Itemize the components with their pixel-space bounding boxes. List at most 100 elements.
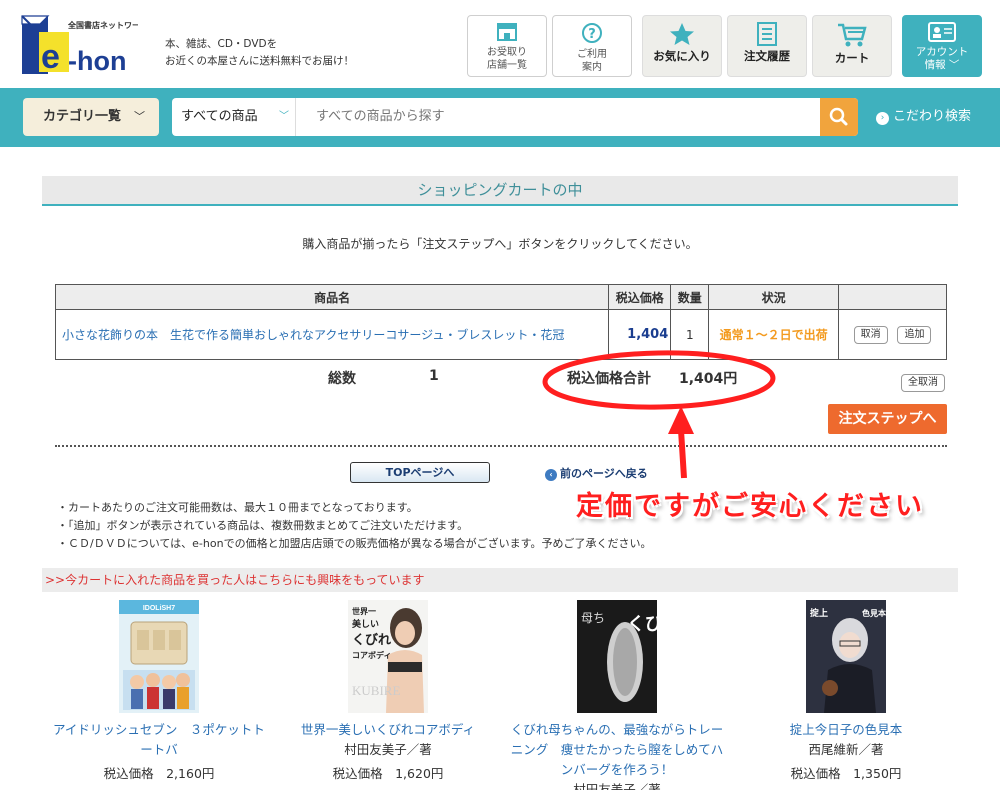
- recommended-product[interactable]: 掟上 色見本 掟上今日子の色見本 西尾維新／著 税込価格 1,350円: [736, 600, 956, 784]
- chevron-down-icon: ﹀: [134, 110, 145, 123]
- chevron-left-icon: ‹: [545, 469, 557, 481]
- e-hon-logo[interactable]: e -hon 全国書店ネットワーク: [18, 12, 138, 78]
- product-cover-image[interactable]: IDOLiSH7: [119, 600, 199, 713]
- guide-label-1: ご利用: [577, 49, 607, 60]
- tagline-line-1: 本、雑誌、CD・DVDを: [165, 38, 278, 50]
- product-title-link[interactable]: 世界一美しいくびれコアボディ: [278, 720, 498, 740]
- help-icon: ?: [582, 23, 602, 43]
- account-label-1: アカウント: [915, 46, 969, 58]
- product-title-link[interactable]: 掟上今日子の色見本: [736, 720, 956, 740]
- divider: [55, 445, 947, 447]
- favorites-label: お気に入り: [653, 49, 711, 63]
- recommendation-heading: >>今カートに入れた商品を買った人はこちらにも興味をもっています: [42, 568, 958, 592]
- annotation-text: 定価ですがご安心ください: [576, 491, 924, 522]
- svg-text:e: e: [41, 38, 60, 76]
- chevron-down-icon: ﹀: [948, 59, 960, 71]
- cancel-all-button[interactable]: 全取消: [901, 374, 945, 392]
- guide-label-2: 案内: [582, 62, 602, 73]
- table-row: 小さな花飾りの本 生花で作る簡単おしゃれなアクセサリーコサージュ・ブレスレット・…: [54, 309, 947, 360]
- cart-table: 商品名 税込価格 数量 状況 小さな花飾りの本 生花で作る簡単おしゃれなアクセサ…: [54, 284, 947, 360]
- search-button[interactable]: [820, 98, 858, 136]
- order-history-label: 注文履歴: [744, 49, 790, 63]
- svg-text:コアボディ: コアボディ: [352, 650, 391, 660]
- product-price-line: 税込価格 1,350円: [790, 766, 902, 781]
- cart-table-header: 商品名 税込価格 数量 状況: [54, 284, 947, 310]
- svg-text:くびれ: くびれ: [352, 633, 391, 648]
- store-list-label-1: お受取り: [487, 47, 527, 58]
- svg-text:KUBIRE: KUBIRE: [352, 683, 400, 698]
- annotation-arrow-shaft: [678, 429, 687, 479]
- search-icon: [829, 107, 848, 126]
- favorites-button[interactable]: お気に入り: [642, 15, 722, 77]
- id-card-icon: [928, 22, 956, 42]
- product-qty: 1: [670, 309, 710, 360]
- product-cover-image[interactable]: くびれ 母ち: [577, 600, 681, 713]
- total-price: 1,404円: [679, 371, 738, 387]
- search-box: すべての商品 ﹀: [172, 98, 858, 136]
- total-count: 1: [429, 368, 439, 384]
- total-count-label: 総数: [328, 371, 356, 387]
- svg-text:色見本: 色見本: [862, 608, 886, 618]
- search-input[interactable]: [306, 98, 816, 136]
- svg-text:全国書店ネットワーク: 全国書店ネットワーク: [67, 20, 138, 30]
- advanced-search-label: こだわり検索: [893, 109, 972, 124]
- product-author: 村田友美子／著: [573, 782, 661, 790]
- recommended-product[interactable]: くびれ 母ち くびれ母ちゃんの、最強ながらトレーニング 痩せたかったら膣をしめて…: [507, 600, 727, 790]
- svg-text:-hon: -hon: [68, 46, 126, 76]
- category-list-button[interactable]: カテゴリ一覧 ﹀: [23, 98, 159, 136]
- product-cover-image[interactable]: 掟上 色見本: [806, 600, 886, 713]
- tagline-line-2: お近くの本屋さんに送料無料でお届け！: [165, 55, 354, 67]
- store-list-label-2: 店舗一覧: [487, 60, 527, 71]
- history-list-icon: [757, 22, 777, 46]
- add-item-button[interactable]: 追加: [897, 325, 932, 344]
- chevron-right-icon: ›: [876, 112, 889, 125]
- column-header-price: 税込価格: [608, 284, 672, 310]
- top-page-button[interactable]: TOPページへ: [350, 462, 490, 483]
- order-history-button[interactable]: 注文履歴: [727, 15, 807, 77]
- guide-button[interactable]: ? ご利用 案内: [552, 15, 632, 77]
- column-header-actions: [838, 284, 947, 310]
- cart-button[interactable]: カート: [812, 15, 892, 77]
- back-link-label: 前のページへ戻る: [560, 467, 648, 480]
- site-header: e -hon 全国書店ネットワーク 本、雑誌、CD・DVDを お近くの本屋さんに…: [0, 0, 1000, 88]
- chevron-down-icon: ﹀: [279, 111, 289, 122]
- product-price: 1,404: [608, 309, 672, 360]
- account-button[interactable]: アカウント 情報 ﹀: [902, 15, 982, 77]
- order-step-button[interactable]: 注文ステップへ: [828, 404, 947, 434]
- product-author: 西尾維新／著: [808, 742, 884, 757]
- site-tagline: 本、雑誌、CD・DVDを お近くの本屋さんに送料無料でお届け！: [165, 36, 354, 70]
- svg-text:IDOLiSH7: IDOLiSH7: [143, 605, 175, 612]
- account-label-2: 情報 ﹀: [924, 59, 960, 71]
- note-item: ・カートあたりのご注文可能冊数は、最大１０冊までとなっております。: [57, 501, 418, 514]
- category-list-label: カテゴリ一覧: [43, 109, 122, 124]
- svg-text:くびれ: くびれ: [627, 614, 657, 635]
- svg-text:母ち: 母ち: [581, 611, 605, 625]
- product-title-link[interactable]: くびれ母ちゃんの、最強ながらトレーニング 痩せたかったら膣をしめてハンバーグを作…: [507, 720, 727, 780]
- recommended-product[interactable]: IDOLiSH7 アイドリッシュセブン ３ポケットトートバ 税込価格 2,160…: [49, 600, 269, 784]
- back-link[interactable]: ‹ 前のページへ戻る: [545, 465, 648, 481]
- column-header-status: 状況: [708, 284, 840, 310]
- cancel-item-button[interactable]: 取消: [853, 325, 888, 344]
- star-icon: [670, 23, 694, 45]
- recommended-product[interactable]: 世界一 美しい くびれ コアボディ KUBIRE 世界一美しいくびれコアボディ …: [278, 600, 498, 784]
- product-author: 村田友美子／著: [344, 742, 432, 757]
- store-list-button[interactable]: お受取り 店舗一覧: [467, 15, 547, 77]
- total-price-label: 税込価格合計: [567, 371, 651, 387]
- product-title-link[interactable]: アイドリッシュセブン ３ポケットトートバ: [49, 720, 269, 760]
- product-cover-image[interactable]: 世界一 美しい くびれ コアボディ KUBIRE: [348, 600, 428, 713]
- column-header-name: 商品名: [54, 284, 610, 310]
- svg-text:世界一: 世界一: [352, 606, 376, 616]
- advanced-search-link[interactable]: › こだわり検索: [876, 98, 971, 136]
- svg-text:掟上: 掟上: [810, 607, 828, 619]
- cart-instruction: 購入商品が揃ったら「注文ステップへ」ボタンをクリックしてください。: [302, 237, 698, 251]
- note-item: ・ＣＤ/ＤＶＤについては、e-honでの価格と加盟店店頭での販売価格が異なる場合…: [57, 537, 652, 550]
- search-scope-value: すべての商品: [181, 109, 258, 124]
- product-name-link[interactable]: 小さな花飾りの本 生花で作る簡単おしゃれなアクセサリーコサージュ・ブレスレット・…: [54, 309, 610, 360]
- svg-text:美しい: 美しい: [352, 618, 379, 630]
- search-scope-select[interactable]: すべての商品 ﹀: [172, 98, 296, 136]
- column-header-qty: 数量: [670, 284, 710, 310]
- note-item: ・「追加」ボタンが表示されている商品は、複数冊数まとめてご注文いただけます。: [57, 519, 469, 532]
- cart-icon: [838, 23, 867, 47]
- cart-notes: ・カートあたりのご注文可能冊数は、最大１０冊までとなっております。 ・「追加」ボ…: [57, 499, 651, 553]
- search-bar: カテゴリ一覧 ﹀ すべての商品 ﹀ › こだわり検索: [0, 88, 1000, 147]
